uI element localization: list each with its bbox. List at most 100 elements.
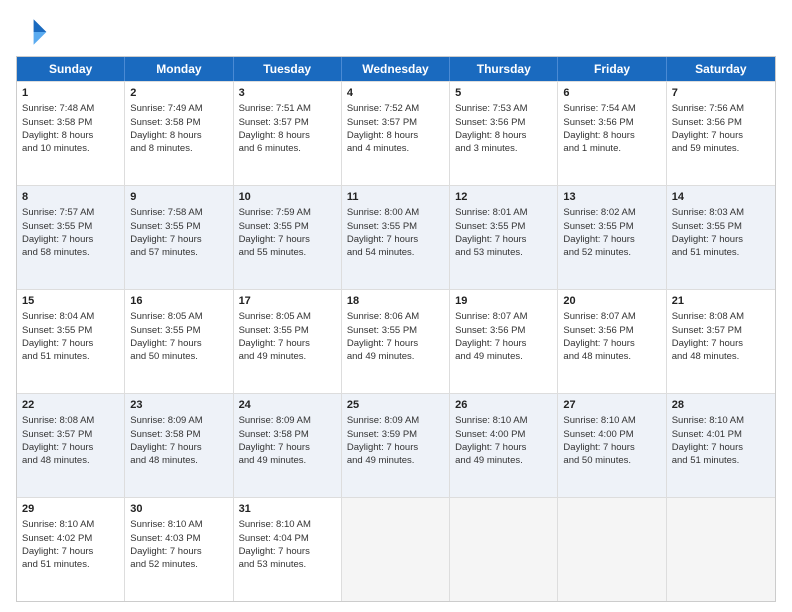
cell-line: Sunset: 4:00 PM: [455, 429, 525, 440]
cell-line: Daylight: 7 hours: [672, 338, 743, 349]
cell-line: Sunset: 4:04 PM: [239, 533, 309, 544]
cell-line: Sunset: 3:59 PM: [347, 429, 417, 440]
cell-line: and 8 minutes.: [130, 143, 192, 154]
cal-cell-7: 7Sunrise: 7:56 AMSunset: 3:56 PMDaylight…: [667, 82, 775, 185]
cell-line: Daylight: 8 hours: [455, 130, 526, 141]
cell-line: Sunrise: 8:08 AM: [672, 311, 744, 322]
cal-cell-empty-4-6: [667, 498, 775, 601]
day-number: 12: [455, 190, 552, 205]
cell-line: Sunrise: 8:07 AM: [563, 311, 635, 322]
cal-cell-9: 9Sunrise: 7:58 AMSunset: 3:55 PMDaylight…: [125, 186, 233, 289]
cal-cell-23: 23Sunrise: 8:09 AMSunset: 3:58 PMDayligh…: [125, 394, 233, 497]
cal-cell-10: 10Sunrise: 7:59 AMSunset: 3:55 PMDayligh…: [234, 186, 342, 289]
cell-line: Sunrise: 8:05 AM: [130, 311, 202, 322]
cal-cell-18: 18Sunrise: 8:06 AMSunset: 3:55 PMDayligh…: [342, 290, 450, 393]
cell-line: Sunrise: 7:54 AM: [563, 103, 635, 114]
day-number: 6: [563, 86, 660, 101]
cell-line: Sunrise: 8:06 AM: [347, 311, 419, 322]
cell-line: Sunrise: 8:10 AM: [22, 519, 94, 530]
cell-line: and 50 minutes.: [130, 351, 198, 362]
cell-line: and 3 minutes.: [455, 143, 517, 154]
cell-line: Daylight: 7 hours: [239, 338, 310, 349]
calendar: SundayMondayTuesdayWednesdayThursdayFrid…: [16, 56, 776, 602]
cell-line: Sunset: 3:57 PM: [672, 325, 742, 336]
cell-line: Sunset: 4:02 PM: [22, 533, 92, 544]
cell-line: Sunset: 3:56 PM: [455, 325, 525, 336]
day-number: 18: [347, 294, 444, 309]
cal-cell-6: 6 Sunrise: 7:54 AM Sunset: 3:56 PM Daylight…: [558, 82, 666, 185]
cell-line: and 51 minutes.: [672, 247, 740, 258]
cal-cell-24: 24Sunrise: 8:09 AMSunset: 3:58 PMDayligh…: [234, 394, 342, 497]
cal-cell-16: 16Sunrise: 8:05 AMSunset: 3:55 PMDayligh…: [125, 290, 233, 393]
cell-line: Daylight: 7 hours: [130, 234, 201, 245]
cell-line: and 54 minutes.: [347, 247, 415, 258]
cal-cell-11: 11 Sunrise: 8:00 AM Sunset: 3:55 PM Dayligh…: [342, 186, 450, 289]
day-number: 17: [239, 294, 336, 309]
day-number: 25: [347, 398, 444, 413]
cell-line: Daylight: 7 hours: [347, 234, 418, 245]
cell-line: Sunrise: 8:00 AM: [347, 207, 419, 218]
cal-cell-1: 1Sunrise: 7:48 AMSunset: 3:58 PMDaylight…: [17, 82, 125, 185]
cell-line: Daylight: 7 hours: [672, 442, 743, 453]
cell-line: and 49 minutes.: [455, 351, 523, 362]
day-number: 10: [239, 190, 336, 205]
cell-line: Daylight: 7 hours: [455, 234, 526, 245]
cell-line: and 49 minutes.: [347, 351, 415, 362]
cell-line: and 50 minutes.: [563, 455, 631, 466]
cell-line: Sunset: 4:01 PM: [672, 429, 742, 440]
day-number: 2: [130, 86, 227, 101]
header-day-thursday: Thursday: [450, 57, 558, 81]
cal-cell-3: 3Sunrise: 7:51 AMSunset: 3:57 PMDaylight…: [234, 82, 342, 185]
cal-cell-14: 14Sunrise: 8:03 AMSunset: 3:55 PMDayligh…: [667, 186, 775, 289]
cal-row-0: 1Sunrise: 7:48 AMSunset: 3:58 PMDaylight…: [17, 81, 775, 185]
day-number: 1: [22, 86, 119, 101]
cell-line: Daylight: 7 hours: [130, 442, 201, 453]
cal-row-1: 8Sunrise: 7:57 AMSunset: 3:55 PMDaylight…: [17, 185, 775, 289]
cal-cell-31: 31Sunrise: 8:10 AMSunset: 4:04 PMDayligh…: [234, 498, 342, 601]
cell-line: Sunrise: 7:53 AM: [455, 103, 527, 114]
cal-cell-12: 12 Sunrise: 8:01 AM Sunset: 3:55 PM Dayligh…: [450, 186, 558, 289]
logo-icon: [16, 16, 48, 48]
day-number: 3: [239, 86, 336, 101]
cell-line: Sunset: 3:55 PM: [455, 221, 525, 232]
cell-line: Daylight: 7 hours: [672, 234, 743, 245]
day-number: 11: [347, 190, 444, 205]
cal-cell-17: 17Sunrise: 8:05 AMSunset: 3:55 PMDayligh…: [234, 290, 342, 393]
cell-line: Sunrise: 8:10 AM: [563, 415, 635, 426]
cell-line: Sunset: 3:58 PM: [130, 117, 200, 128]
cell-line: and 51 minutes.: [22, 351, 90, 362]
cal-cell-28: 28Sunrise: 8:10 AMSunset: 4:01 PMDayligh…: [667, 394, 775, 497]
cell-line: and 48 minutes.: [563, 351, 631, 362]
cell-line: Sunrise: 8:09 AM: [130, 415, 202, 426]
cell-line: Sunset: 3:56 PM: [563, 117, 633, 128]
cell-line: and 53 minutes.: [455, 247, 523, 258]
cell-line: Sunrise: 8:10 AM: [672, 415, 744, 426]
cell-line: Sunrise: 7:51 AM: [239, 103, 311, 114]
cell-line: Sunset: 3:55 PM: [347, 221, 417, 232]
cal-cell-25: 25Sunrise: 8:09 AMSunset: 3:59 PMDayligh…: [342, 394, 450, 497]
day-number: 30: [130, 502, 227, 517]
cal-row-4: 29 Sunrise: 8:10 AM Sunset: 4:02 PM Dayligh…: [17, 497, 775, 601]
cell-line: and 52 minutes.: [563, 247, 631, 258]
cell-line: Daylight: 7 hours: [22, 234, 93, 245]
cal-cell-21: 21 Sunrise: 8:08 AM Sunset: 3:57 PM Dayligh…: [667, 290, 775, 393]
cell-line: and 48 minutes.: [22, 455, 90, 466]
cell-line: Daylight: 8 hours: [563, 130, 634, 141]
cell-line: Daylight: 7 hours: [130, 546, 201, 557]
day-number: 27: [563, 398, 660, 413]
cell-line: Sunrise: 8:01 AM: [455, 207, 527, 218]
cell-line: Sunset: 3:57 PM: [347, 117, 417, 128]
cell-line: Sunset: 3:55 PM: [347, 325, 417, 336]
cell-line: and 1 minute.: [563, 143, 621, 154]
header-day-saturday: Saturday: [667, 57, 775, 81]
cell-line: and 49 minutes.: [239, 351, 307, 362]
day-number: 21: [672, 294, 770, 309]
header: [16, 16, 776, 48]
cell-line: Sunset: 3:57 PM: [239, 117, 309, 128]
day-number: 31: [239, 502, 336, 517]
cell-line: Daylight: 7 hours: [347, 442, 418, 453]
cal-cell-22: 22Sunrise: 8:08 AMSunset: 3:57 PMDayligh…: [17, 394, 125, 497]
day-number: 29: [22, 502, 119, 517]
day-number: 5: [455, 86, 552, 101]
cell-line: and 51 minutes.: [22, 559, 90, 570]
